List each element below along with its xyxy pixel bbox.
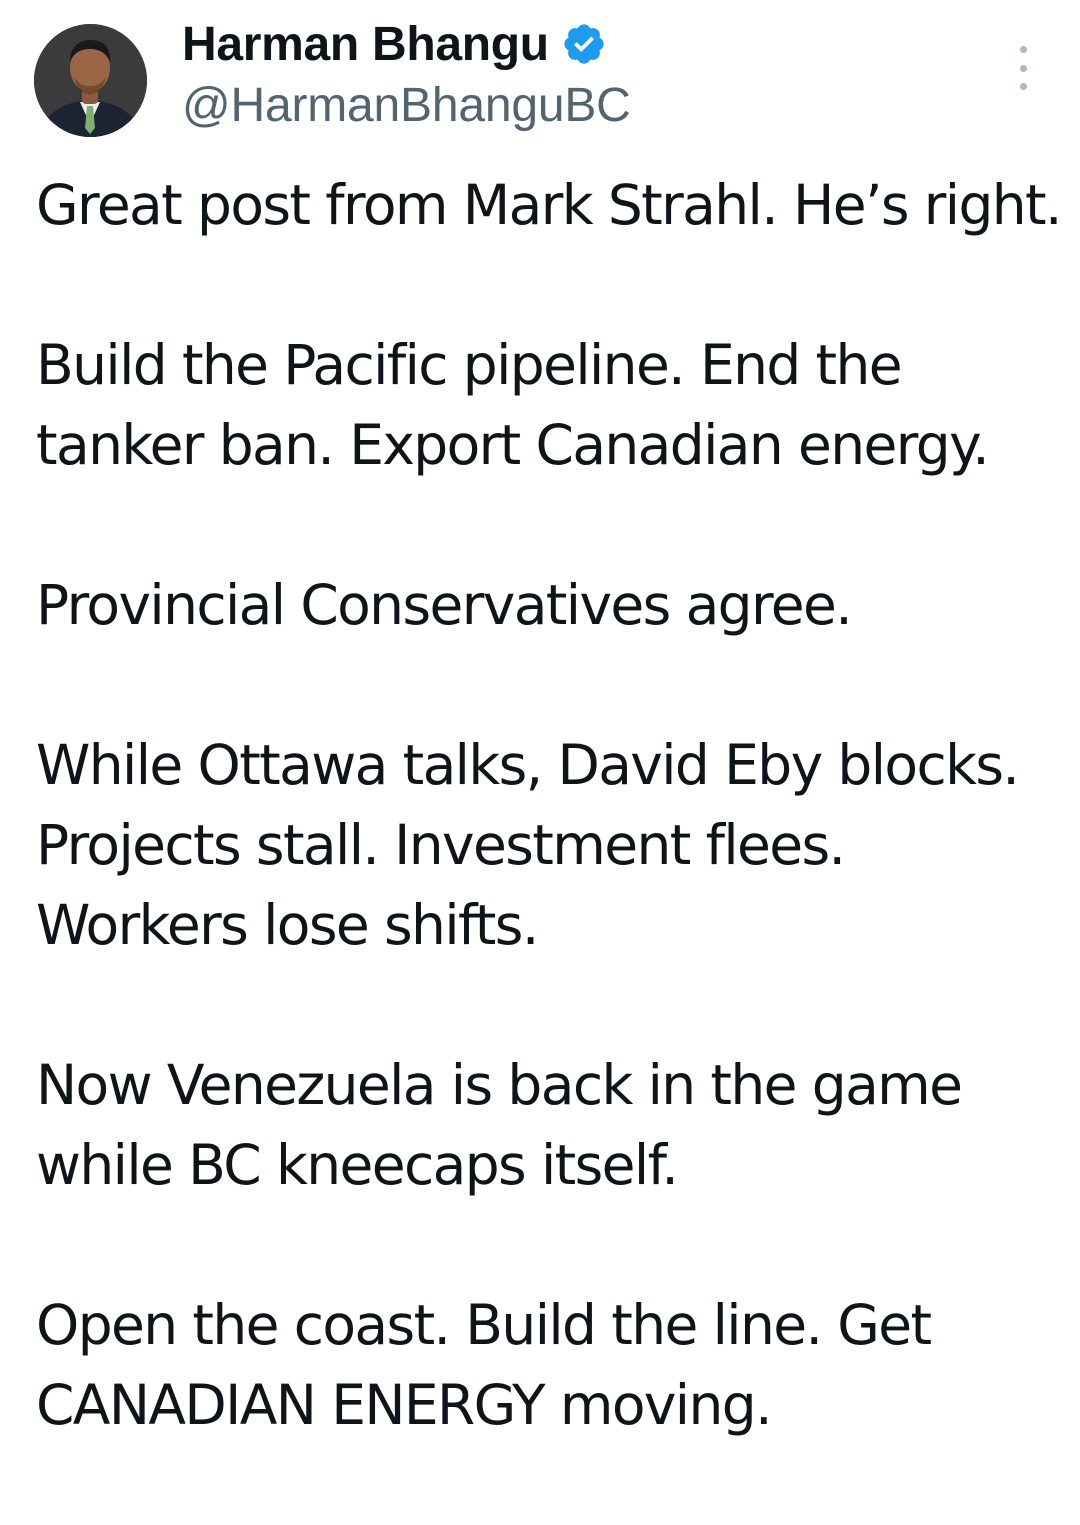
- tweet-paragraph: Provincial Conservatives agree.: [36, 573, 853, 637]
- avatar[interactable]: [34, 24, 147, 137]
- tweet-paragraph: Open the coast. Build the line. Get CANA…: [36, 1293, 932, 1437]
- profile-photo: [34, 24, 147, 137]
- author-name-row: Harman Bhangu: [182, 14, 607, 74]
- menu-dot: [1019, 64, 1027, 72]
- tweet-paragraph: While Ottawa talks, David Eby blocks. Pr…: [36, 733, 1020, 957]
- verified-badge-icon: [561, 21, 607, 67]
- tweet-text: Great post from Mark Strahl. He’s right.…: [36, 165, 1066, 1445]
- menu-dot: [1019, 83, 1027, 90]
- author-handle[interactable]: @HarmanBhanguBC: [182, 78, 631, 133]
- tweet-paragraph: Great post from Mark Strahl. He’s right.: [36, 173, 1062, 237]
- tweet-paragraph: Now Venezuela is back in the game while …: [36, 1053, 963, 1197]
- tweet-paragraph: Build the Pacific pipeline. End the tank…: [36, 333, 990, 477]
- menu-dot: [1019, 46, 1027, 53]
- tweet-header: Harman Bhangu @HarmanBhanguBC: [0, 0, 1080, 150]
- more-vertical-icon[interactable]: [1008, 46, 1038, 90]
- author-display-name[interactable]: Harman Bhangu: [182, 17, 549, 72]
